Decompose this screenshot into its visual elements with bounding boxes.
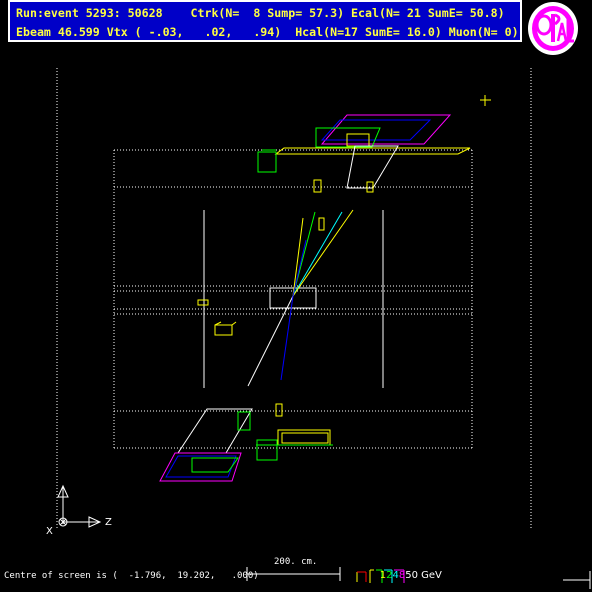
event-display: Run:event 5293: 50628 Ctrk(N= 8 Sump= 57…: [0, 0, 592, 589]
x-axis-label: X: [46, 526, 53, 537]
detector-view: [56, 68, 591, 589]
energy-legend: 124850 GeV: [367, 559, 442, 592]
legend-item: 50 GeV: [405, 570, 442, 581]
z-axis-label: Z: [105, 517, 112, 528]
scale-label: 200. cm.: [274, 557, 318, 567]
screen-centre-status: Centre of screen is ( -1.796, 19.202, .0…: [4, 571, 259, 581]
